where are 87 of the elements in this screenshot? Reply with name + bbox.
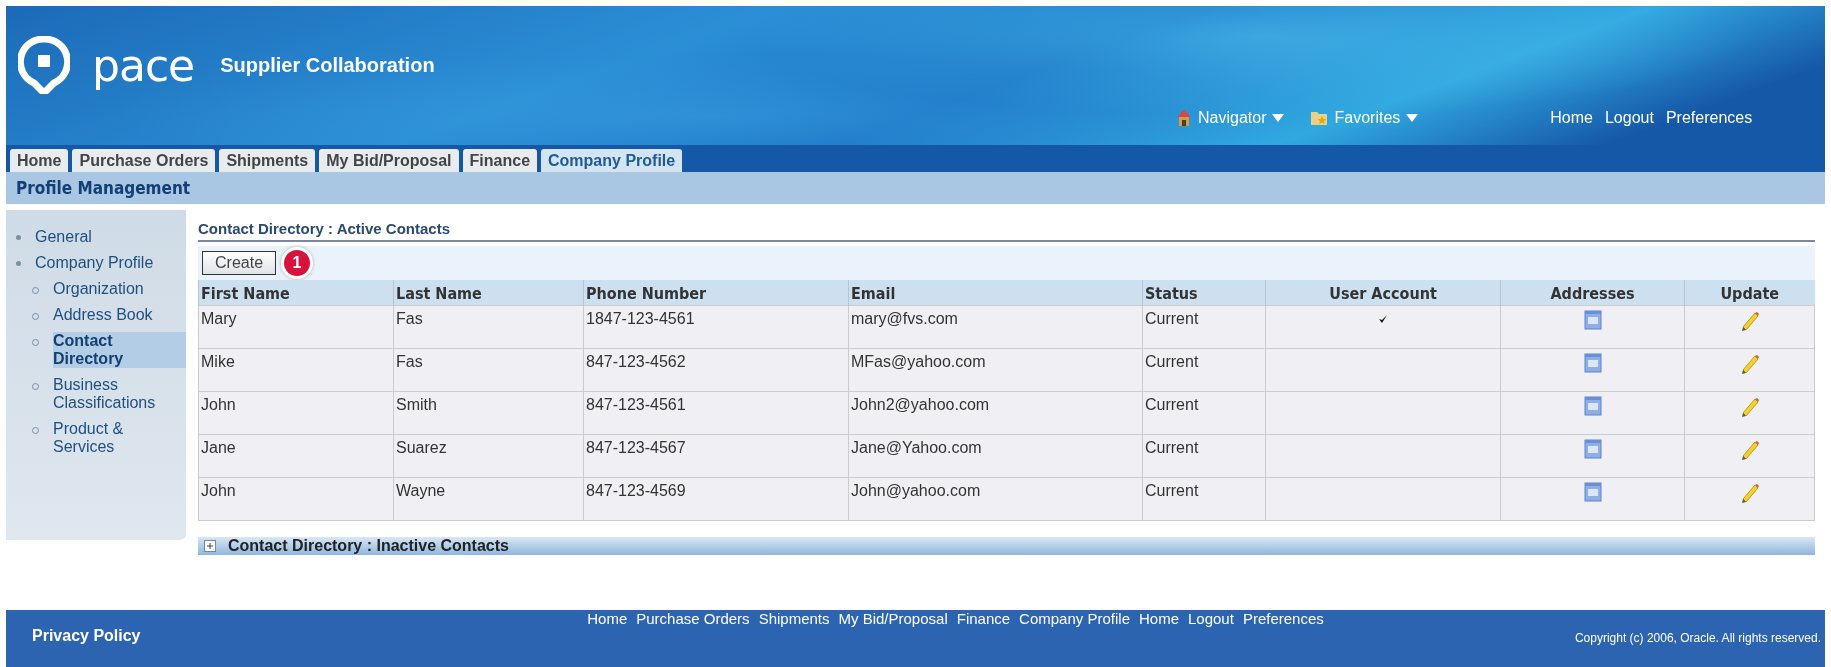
table-cell: mary@fvs.com: [848, 305, 1143, 349]
logo-text: pace: [92, 39, 195, 91]
table-cell: John@yahoo.com: [848, 477, 1143, 521]
address-card-icon[interactable]: [1583, 310, 1602, 330]
table-cell: Current: [1142, 434, 1266, 478]
table-cell: Current: [1142, 477, 1266, 521]
house-icon: [1176, 109, 1192, 127]
table-cell: Fas: [393, 305, 584, 349]
table-cell: Wayne: [393, 477, 584, 521]
address-card-icon[interactable]: [1583, 396, 1602, 416]
footer-link[interactable]: Logout: [1188, 610, 1234, 627]
address-card-icon[interactable]: [1583, 353, 1602, 373]
subheader-bar: Profile Management: [6, 172, 1825, 204]
column-header: First Name: [198, 280, 394, 306]
footer-link[interactable]: Home: [1139, 610, 1179, 627]
pencil-icon[interactable]: [1739, 482, 1760, 504]
footer-link[interactable]: Purchase Orders: [636, 610, 750, 627]
pencil-icon[interactable]: [1739, 439, 1760, 461]
table-cell: Mary: [198, 305, 394, 349]
address-card-icon[interactable]: [1583, 482, 1602, 502]
table-cell: Current: [1142, 348, 1266, 392]
tab[interactable]: Home: [10, 149, 69, 172]
sidebar-item[interactable]: Organization: [53, 280, 144, 298]
header-link[interactable]: Home: [1550, 109, 1593, 127]
table-cell: Fas: [393, 348, 584, 392]
table-cell: Jane@Yahoo.com: [848, 434, 1143, 478]
pencil-icon[interactable]: [1739, 396, 1760, 418]
collapsed-section-bar[interactable]: Contact Directory : Inactive Contacts: [198, 537, 1815, 555]
column-header: Addresses: [1500, 280, 1685, 306]
sidebar-item[interactable]: Product & Services: [53, 420, 186, 456]
dropdown-arrow-icon: [1272, 114, 1285, 122]
bullet-icon: [16, 261, 21, 266]
create-button[interactable]: Create: [202, 251, 277, 275]
column-header: Update: [1684, 280, 1815, 306]
sidebar-item[interactable]: Contact Directory: [53, 332, 186, 368]
sidebar-item[interactable]: Business Classifications: [53, 376, 186, 412]
table-cell: John2@yahoo.com: [848, 391, 1143, 435]
header-link[interactable]: Logout: [1604, 109, 1654, 127]
footer-link[interactable]: Company Profile: [1019, 610, 1130, 627]
table-cell: John: [198, 477, 394, 521]
footer-link[interactable]: Shipments: [758, 610, 830, 627]
column-header: Email: [848, 280, 1143, 306]
table-cell: Current: [1142, 305, 1266, 349]
footer-link[interactable]: My Bid/Proposal: [838, 610, 948, 627]
table-cell: 1847-123-4561: [583, 305, 849, 349]
table-cell: 847-123-4562: [583, 348, 849, 392]
logo-icon: [18, 36, 70, 94]
table-cell: John: [198, 391, 394, 435]
table-cell: 847-123-4567: [583, 434, 849, 478]
table-cell: Jane: [198, 434, 394, 478]
bullet-icon: [16, 235, 21, 240]
sidebar-item[interactable]: General: [35, 228, 92, 246]
table-cell: MFas@yahoo.com: [848, 348, 1143, 392]
section-label: Contact Directory : Inactive Contacts: [228, 537, 509, 555]
table-cell: 847-123-4569: [583, 477, 849, 521]
nav-menu[interactable]: Navigator: [1176, 109, 1285, 127]
tab[interactable]: Shipments: [219, 149, 316, 172]
tab[interactable]: Purchase Orders: [72, 149, 216, 172]
privacy-link[interactable]: Privacy Policy: [32, 627, 141, 645]
section-title: Contact Directory : Active Contacts: [198, 210, 1815, 242]
column-header: Status: [1142, 280, 1266, 306]
sidebar-item[interactable]: Address Book: [53, 306, 153, 324]
footer-link[interactable]: Home: [587, 610, 628, 627]
table-cell: Smith: [393, 391, 584, 435]
column-header: Last Name: [393, 280, 584, 306]
table-cell: Mike: [198, 348, 394, 392]
sidebar-item[interactable]: Company Profile: [35, 254, 154, 272]
tab[interactable]: Company Profile: [541, 149, 683, 172]
folder-star-icon: [1310, 110, 1329, 126]
tab[interactable]: My Bid/Proposal: [319, 149, 459, 172]
footer-link[interactable]: Finance: [956, 610, 1011, 627]
table-cell: Current: [1142, 391, 1266, 435]
header-link[interactable]: Preferences: [1665, 109, 1753, 127]
footer-link[interactable]: Preferences: [1242, 610, 1324, 627]
table-cell: Suarez: [393, 434, 584, 478]
dropdown-arrow-icon: [1406, 114, 1419, 122]
column-header: User Account: [1265, 280, 1501, 306]
expand-icon[interactable]: [204, 540, 216, 552]
pencil-icon[interactable]: [1739, 353, 1760, 375]
tab[interactable]: Finance: [462, 149, 538, 172]
table-cell: 847-123-4561: [583, 391, 849, 435]
app-title: Supplier Collaboration: [220, 53, 435, 77]
pencil-icon[interactable]: [1739, 310, 1760, 332]
address-card-icon[interactable]: [1583, 439, 1602, 459]
column-header: Phone Number: [583, 280, 849, 306]
callout-badge: 1: [284, 250, 311, 276]
copyright-text: Copyright (c) 2006, Oracle. All rights reserved.: [1574, 631, 1821, 645]
